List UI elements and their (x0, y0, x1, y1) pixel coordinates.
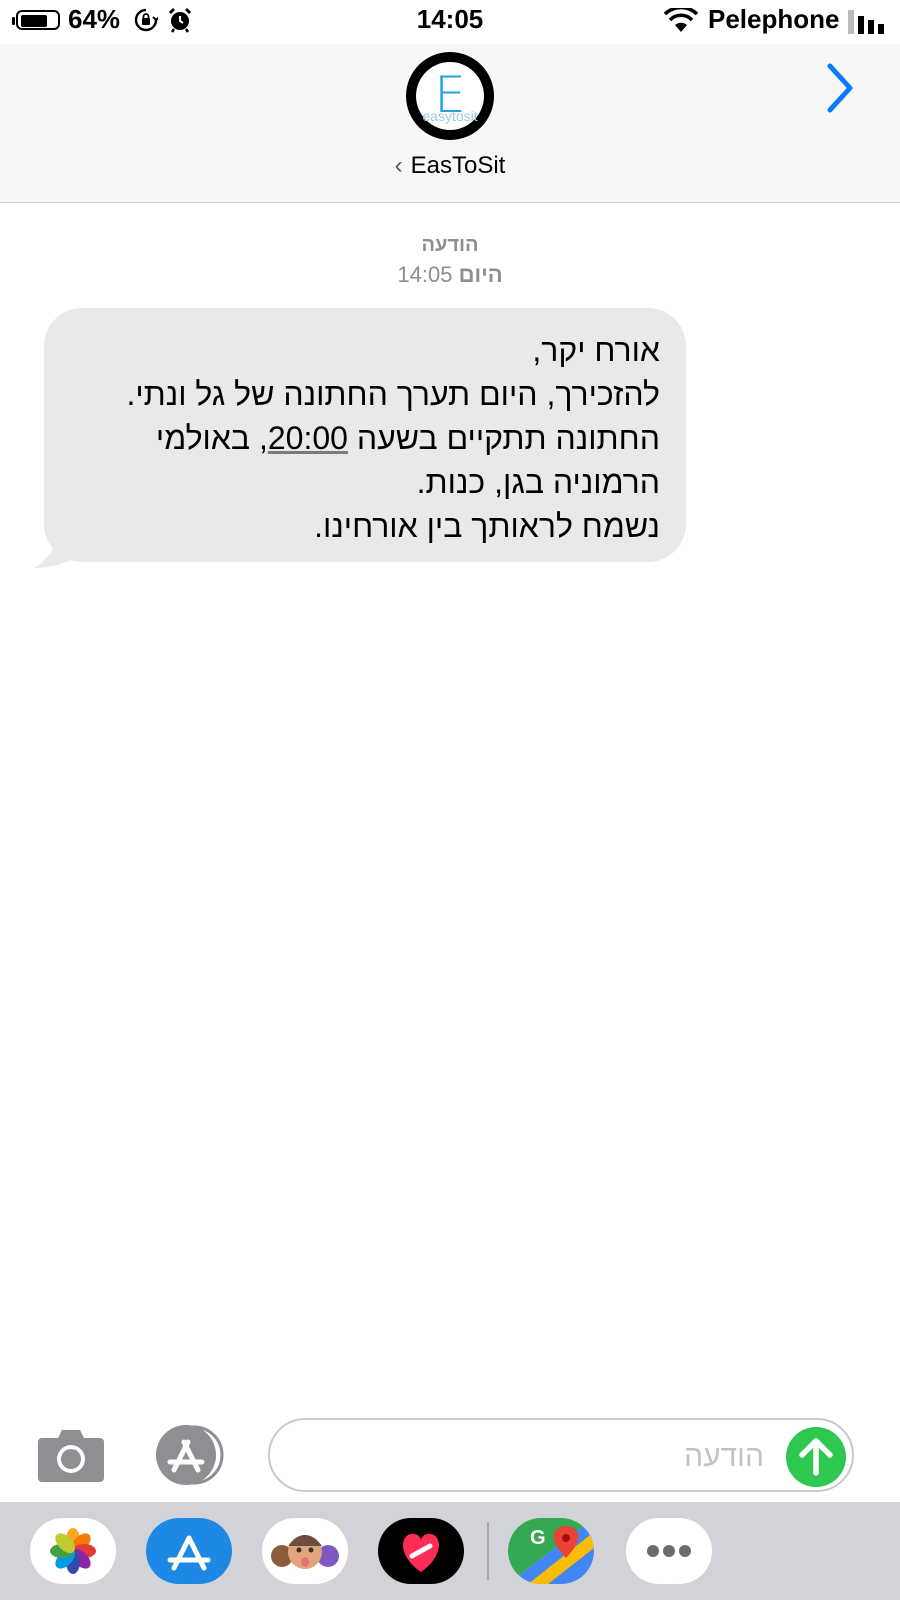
app-store-icon[interactable] (146, 1518, 232, 1584)
rotation-lock-icon (134, 8, 158, 32)
photos-icon[interactable] (30, 1518, 116, 1584)
google-maps-icon[interactable]: G (508, 1518, 594, 1584)
message-bubble[interactable]: אורח יקר, להזכירך, היום תערך החתונה של ג… (44, 308, 686, 562)
app-drawer: G (0, 1502, 900, 1600)
message-text: אורח יקר, להזכירך, היום תערך החתונה של ג… (126, 328, 660, 548)
app-store-icon[interactable] (152, 1424, 232, 1486)
message-line: הרמוניה בגן, כנות. (416, 464, 660, 500)
avatar-logo-text: easytosit (422, 108, 478, 124)
message-time: 14:05 (397, 262, 453, 287)
cellular-signal-icon (848, 10, 884, 34)
contact-name-button[interactable]: ‹ EasToSit (0, 152, 900, 180)
message-input[interactable]: הודעה (268, 1418, 854, 1492)
message-line: אורח יקר, (532, 332, 660, 368)
forward-chevron-icon[interactable] (820, 60, 860, 116)
battery-percentage: 64% (68, 4, 121, 34)
wifi-icon (664, 8, 698, 32)
more-icon[interactable] (626, 1518, 712, 1584)
message-line: החתונה תתקיים בשעה 20:00, באולמי (155, 420, 660, 456)
battery-icon (12, 10, 62, 32)
conversation-header: E easytosit ‹ EasToSit (0, 44, 900, 203)
message-type-label: הודעה (421, 234, 479, 256)
time-link[interactable]: 20:00 (268, 420, 348, 456)
alarm-icon (168, 7, 192, 33)
svg-text:G: G (530, 1527, 546, 1549)
carrier-name: Pelephone (708, 4, 840, 34)
message-timestamp: 14:05 היום (0, 262, 900, 288)
camera-icon[interactable] (36, 1428, 106, 1482)
send-button[interactable] (786, 1427, 846, 1487)
message-line: נשמח לראותך בין אורחינו. (314, 508, 660, 544)
send-arrow-icon (799, 1438, 833, 1476)
back-chevron-icon[interactable]: ‹ (395, 152, 403, 180)
drawer-divider (487, 1522, 489, 1580)
status-bar: 64% 14:05 Pelephone (0, 0, 900, 44)
contact-avatar[interactable]: E easytosit (406, 52, 494, 140)
digital-touch-icon[interactable] (378, 1518, 464, 1584)
memoji-icon[interactable] (262, 1518, 348, 1584)
message-line: להזכירך, היום תערך החתונה של גל ונתי. (126, 376, 660, 412)
message-day: היום (458, 262, 503, 287)
message-input-placeholder: הודעה (684, 1440, 764, 1473)
contact-name: EasToSit (410, 152, 506, 179)
